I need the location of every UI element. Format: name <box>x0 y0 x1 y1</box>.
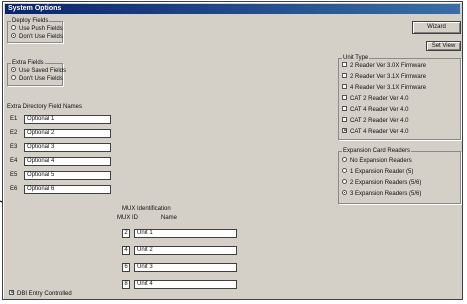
unit-type-option[interactable]: ✕ CAT 4 Reader Ver 4.0 <box>342 127 408 136</box>
expansion-option[interactable]: No Expansion Readers <box>342 156 412 165</box>
unit-type-option[interactable]: 2 Reader Ver 3.0X Firmware <box>342 61 426 70</box>
wizard-button[interactable]: Wizard <box>412 21 461 34</box>
extra-field-input[interactable]: Optional 6 <box>24 185 111 194</box>
system-options-dialog: System Options Deploy Fields Use Push Fi… <box>2 1 463 300</box>
expansion-readers-group: Expansion Card Readers No Expansion Read… <box>338 147 461 204</box>
set-view-button[interactable]: Set View <box>426 41 461 51</box>
checkbox-icon <box>342 72 347 78</box>
mux-id-input[interactable]: 6 <box>122 263 130 272</box>
deploy-fields-label: Deploy Fields <box>11 17 50 25</box>
dbi-entry-checkbox[interactable]: ✕ DBI Entry Controlled <box>9 289 72 298</box>
radio-icon <box>342 178 347 184</box>
mux-id-input[interactable]: 8 <box>122 280 130 289</box>
unit-type-option[interactable]: 2 Reader Ver 3.1X Firmware <box>342 72 426 81</box>
extra-field-input[interactable]: Optional 3 <box>24 143 111 152</box>
expansion-option[interactable]: 2 Expansion Readers (5/6) <box>342 178 421 187</box>
checkbox-icon <box>342 116 347 122</box>
unit-type-option[interactable]: 4 Reader Ver 3.1X Firmware <box>342 83 426 92</box>
extra-fields-group: Extra Fields Use Saved Fields Don't Use … <box>7 59 66 86</box>
expansion-readers-label: Expansion Card Readers <box>342 147 412 155</box>
checkbox-icon <box>342 105 347 111</box>
extra-field-input[interactable]: Optional 2 <box>24 129 111 138</box>
extra-option-1[interactable]: Don't Use Fields <box>11 74 63 83</box>
extra-field-input[interactable]: Optional 1 <box>24 115 111 124</box>
deploy-option-1[interactable]: Don't Use Fields <box>11 32 63 41</box>
mux-name-input[interactable]: Unit 4 <box>134 280 237 289</box>
checkbox-icon <box>342 94 347 100</box>
checkbox-checked-icon: ✕ <box>9 289 15 296</box>
checkbox-icon <box>342 61 347 67</box>
unit-type-group: Unit Type 2 Reader Ver 3.0X Firmware 2 R… <box>338 54 461 140</box>
unit-type-option[interactable]: CAT 2 Reader Ver 4.0 <box>342 94 408 103</box>
unit-type-option[interactable]: CAT 4 Reader Ver 4.0 <box>342 105 408 114</box>
unit-type-option[interactable]: CAT 2 Reader Ver 4.0 <box>342 116 408 125</box>
radio-icon <box>342 167 347 173</box>
mux-ident-label: MUX Identification <box>122 206 171 212</box>
radio-selected-icon <box>11 32 16 38</box>
unit-type-label: Unit Type <box>342 54 370 62</box>
expansion-option[interactable]: 3 Expansion Readers (5/6) <box>342 189 421 198</box>
extra-fields-label: Extra Fields <box>11 59 45 67</box>
mux-id-input[interactable]: 4 <box>122 246 130 255</box>
extra-field-input[interactable]: Optional 4 <box>24 157 111 166</box>
expansion-option[interactable]: 1 Expansion Reader (5) <box>342 167 413 176</box>
dialog-title: System Options <box>5 4 460 14</box>
deploy-fields-group: Deploy Fields Use Push Fields Don't Use … <box>7 17 63 43</box>
radio-selected-icon <box>11 66 16 72</box>
checkbox-icon <box>342 83 347 89</box>
mux-id-header: MUX ID <box>117 215 138 221</box>
mux-name-input[interactable]: Unit 3 <box>134 263 237 272</box>
radio-icon <box>11 74 16 80</box>
mux-name-input[interactable]: Unit 1 <box>134 229 237 238</box>
extra-option-0[interactable]: Use Saved Fields <box>11 66 66 75</box>
extra-directory-label: Extra Directory Field Names <box>7 104 83 110</box>
radio-icon <box>11 24 16 30</box>
mux-id-input[interactable]: 2 <box>122 229 130 238</box>
deploy-option-0[interactable]: Use Push Fields <box>11 24 63 33</box>
extra-field-input[interactable]: Optional 5 <box>24 171 111 180</box>
checkbox-checked-icon: ✕ <box>342 127 348 134</box>
radio-selected-icon <box>342 189 347 195</box>
mux-name-input[interactable]: Unit 2 <box>134 246 237 255</box>
mux-name-header: Name <box>161 215 178 221</box>
radio-icon <box>342 156 347 162</box>
